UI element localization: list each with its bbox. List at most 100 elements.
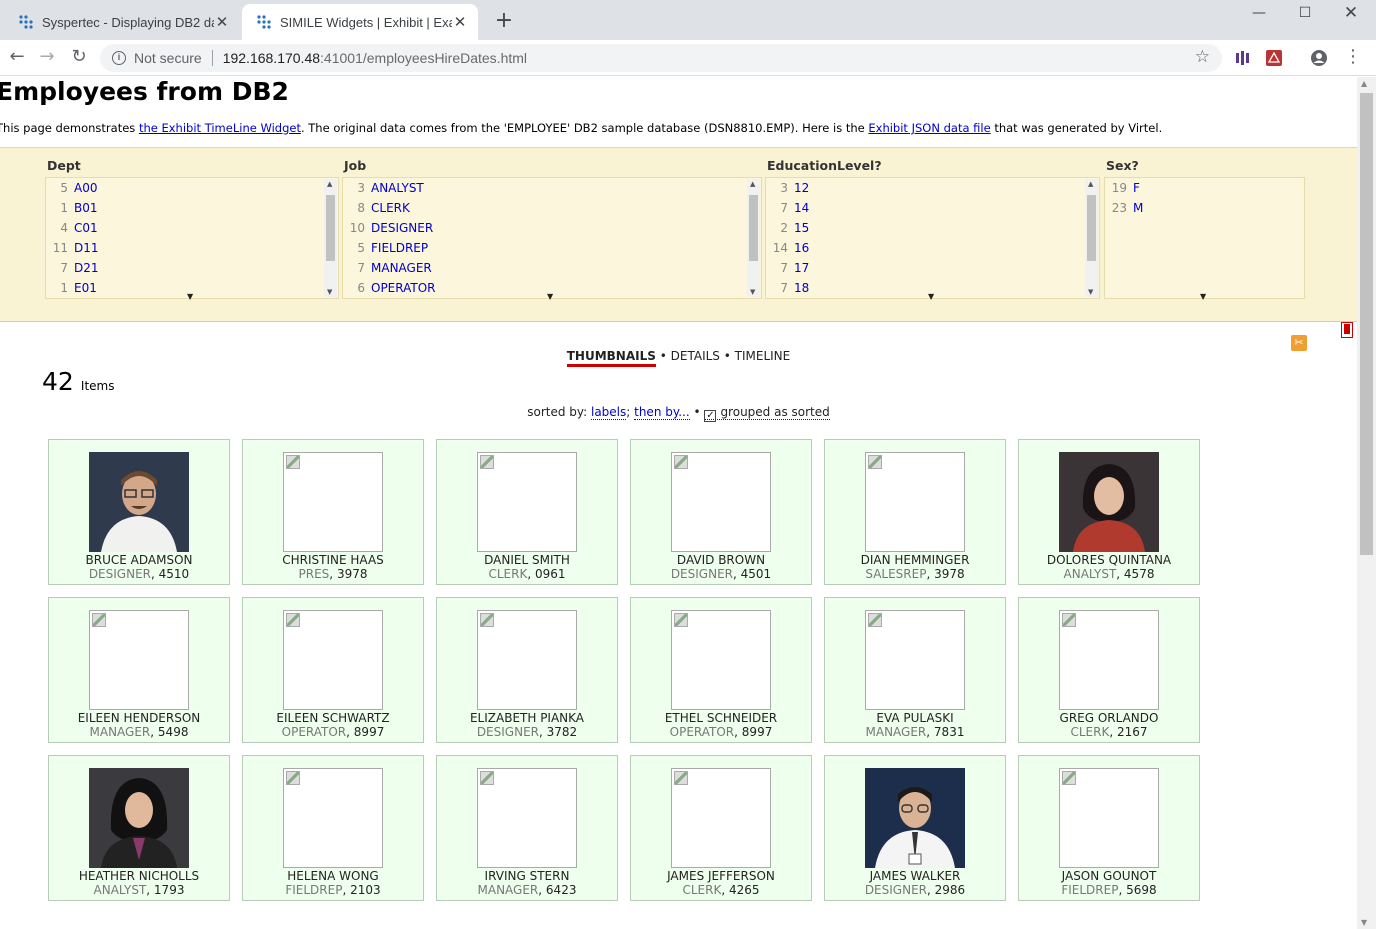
reload-icon[interactable]: ↻ xyxy=(66,46,92,70)
facet-value[interactable]: ANALYST xyxy=(371,181,424,195)
scroll-up-icon[interactable]: ▲ xyxy=(1361,79,1367,88)
facet-value[interactable]: 17 xyxy=(794,261,809,275)
facet-value[interactable]: E01 xyxy=(74,281,97,295)
employee-name[interactable]: EILEEN HENDERSON xyxy=(49,711,229,725)
facet-value[interactable]: D21 xyxy=(74,261,99,275)
page-scrollbar[interactable]: ▲ ▼ xyxy=(1357,77,1376,929)
resize-caret-icon[interactable]: ▼ xyxy=(187,292,193,301)
view-timeline[interactable]: TIMELINE xyxy=(735,349,791,363)
employee-card[interactable]: IRVING STERN MANAGER, 6423 xyxy=(436,755,618,901)
pdf-extension-icon[interactable] xyxy=(1265,49,1283,67)
employee-photo[interactable] xyxy=(283,610,383,710)
facet-item[interactable]: 3 ANALYST xyxy=(343,178,761,198)
facet-value[interactable]: MANAGER xyxy=(371,261,432,275)
employee-name[interactable]: ETHEL SCHNEIDER xyxy=(631,711,811,725)
scroll-down-icon[interactable]: ▼ xyxy=(1088,288,1093,296)
facet-value[interactable]: A00 xyxy=(74,181,97,195)
employee-name[interactable]: EVA PULASKI xyxy=(825,711,1005,725)
grouped-toggle[interactable]: ✓ grouped as sorted xyxy=(704,405,830,422)
resize-caret-icon[interactable]: ▼ xyxy=(547,292,553,301)
employee-card[interactable]: EILEEN SCHWARTZ OPERATOR, 8997 xyxy=(242,597,424,743)
sort-then-by-link[interactable]: then by... xyxy=(634,405,690,420)
facet-scrollbar[interactable]: ▲ ▼ xyxy=(747,179,760,297)
tab-syspertec[interactable]: Syspertec - Displaying DB2 data ✕ xyxy=(4,4,240,40)
scroll-down-icon[interactable]: ▼ xyxy=(327,288,332,296)
employee-name[interactable]: DANIEL SMITH xyxy=(437,553,617,567)
facet-item[interactable]: 7 MANAGER xyxy=(343,258,761,278)
employee-card[interactable]: BRUCE ADAMSON DESIGNER, 4510 xyxy=(48,439,230,585)
menu-dots-icon[interactable]: ⋮ xyxy=(1340,46,1366,70)
scroll-up-icon[interactable]: ▲ xyxy=(750,180,755,188)
scroll-up-icon[interactable]: ▲ xyxy=(327,180,332,188)
facet-value[interactable]: D11 xyxy=(74,241,99,255)
facet-item[interactable]: 4 C01 xyxy=(46,218,338,238)
employee-card[interactable]: JAMES JEFFERSON CLERK, 4265 xyxy=(630,755,812,901)
facet-item[interactable]: 1 B01 xyxy=(46,198,338,218)
facet-scrollbar[interactable]: ▲ ▼ xyxy=(1085,179,1098,297)
facet-item[interactable]: 10 DESIGNER xyxy=(343,218,761,238)
bookmark-icon[interactable] xyxy=(1341,322,1353,338)
employee-card[interactable]: EVA PULASKI MANAGER, 7831 xyxy=(824,597,1006,743)
employee-photo[interactable] xyxy=(89,452,189,552)
employee-photo[interactable] xyxy=(671,768,771,868)
json-data-link[interactable]: Exhibit JSON data file xyxy=(868,121,990,135)
employee-photo[interactable] xyxy=(865,452,965,552)
facet-list[interactable]: 3 12 7 14 2 15 14 16 7 17 7 18 ▲ ▼ xyxy=(765,177,1100,299)
view-details[interactable]: DETAILS xyxy=(671,349,720,363)
employee-name[interactable]: JAMES WALKER xyxy=(825,869,1005,883)
facet-item[interactable]: 7 D21 xyxy=(46,258,338,278)
employee-photo[interactable] xyxy=(89,768,189,868)
employee-card[interactable]: CHRISTINE HAAS PRES, 3978 xyxy=(242,439,424,585)
employee-photo[interactable] xyxy=(1059,768,1159,868)
scroll-down-icon[interactable]: ▼ xyxy=(750,288,755,296)
close-tab-icon[interactable]: ✕ xyxy=(452,13,468,31)
info-icon[interactable]: i xyxy=(112,51,126,65)
employee-name[interactable]: HELENA WONG xyxy=(243,869,423,883)
employee-photo[interactable] xyxy=(477,610,577,710)
employee-card[interactable]: GREG ORLANDO CLERK, 2167 xyxy=(1018,597,1200,743)
timeline-widget-link[interactable]: the Exhibit TimeLine Widget xyxy=(139,121,301,135)
facet-value[interactable]: M xyxy=(1133,201,1143,215)
employee-card[interactable]: ELIZABETH PIANKA DESIGNER, 3782 xyxy=(436,597,618,743)
extension-icon[interactable] xyxy=(1234,49,1252,67)
employee-card[interactable]: ETHEL SCHNEIDER OPERATOR, 8997 xyxy=(630,597,812,743)
facet-item[interactable]: 3 12 xyxy=(766,178,1099,198)
profile-avatar-icon[interactable] xyxy=(1310,49,1328,67)
employee-photo[interactable] xyxy=(1059,610,1159,710)
employee-card[interactable]: EILEEN HENDERSON MANAGER, 5498 xyxy=(48,597,230,743)
employee-card[interactable]: HELENA WONG FIELDREP, 2103 xyxy=(242,755,424,901)
employee-name[interactable]: DIAN HEMMINGER xyxy=(825,553,1005,567)
employee-photo[interactable] xyxy=(671,452,771,552)
facet-list[interactable]: 5 A00 1 B01 4 C01 11 D11 7 D21 1 E01 ▲ ▼ xyxy=(45,177,339,299)
facet-item[interactable]: 5 A00 xyxy=(46,178,338,198)
facet-item[interactable]: 14 16 xyxy=(766,238,1099,258)
employee-name[interactable]: DAVID BROWN xyxy=(631,553,811,567)
forward-arrow-icon[interactable]: → xyxy=(34,46,60,70)
employee-card[interactable]: JAMES WALKER DESIGNER, 2986 xyxy=(824,755,1006,901)
employee-card[interactable]: DIAN HEMMINGER SALESREP, 3978 xyxy=(824,439,1006,585)
employee-name[interactable]: IRVING STERN xyxy=(437,869,617,883)
facet-value[interactable]: F xyxy=(1133,181,1140,195)
facet-value[interactable]: 18 xyxy=(794,281,809,295)
employee-name[interactable]: HEATHER NICHOLLS xyxy=(49,869,229,883)
bookmark-star-icon[interactable]: ☆ xyxy=(1195,47,1210,67)
employee-name[interactable]: EILEEN SCHWARTZ xyxy=(243,711,423,725)
facet-list[interactable]: 19 F 23 M xyxy=(1104,177,1305,299)
employee-photo[interactable] xyxy=(671,610,771,710)
employee-card[interactable]: DAVID BROWN DESIGNER, 4501 xyxy=(630,439,812,585)
employee-name[interactable]: ELIZABETH PIANKA xyxy=(437,711,617,725)
facet-value[interactable]: B01 xyxy=(74,201,98,215)
employee-photo[interactable] xyxy=(89,610,189,710)
employee-name[interactable]: BRUCE ADAMSON xyxy=(49,553,229,567)
employee-name[interactable]: CHRISTINE HAAS xyxy=(243,553,423,567)
employee-photo[interactable] xyxy=(477,452,577,552)
employee-photo[interactable] xyxy=(283,768,383,868)
facet-scrollbar[interactable]: ▲ ▼ xyxy=(324,179,337,297)
employee-name[interactable]: JASON GOUNOT xyxy=(1019,869,1199,883)
facet-item[interactable]: 19 F xyxy=(1105,178,1304,198)
employee-card[interactable]: DOLORES QUINTANA ANALYST, 4578 xyxy=(1018,439,1200,585)
employee-name[interactable]: JAMES JEFFERSON xyxy=(631,869,811,883)
scroll-thumb[interactable] xyxy=(1360,93,1373,555)
close-tab-icon[interactable]: ✕ xyxy=(214,13,230,31)
minimize-icon[interactable]: — xyxy=(1236,2,1282,28)
